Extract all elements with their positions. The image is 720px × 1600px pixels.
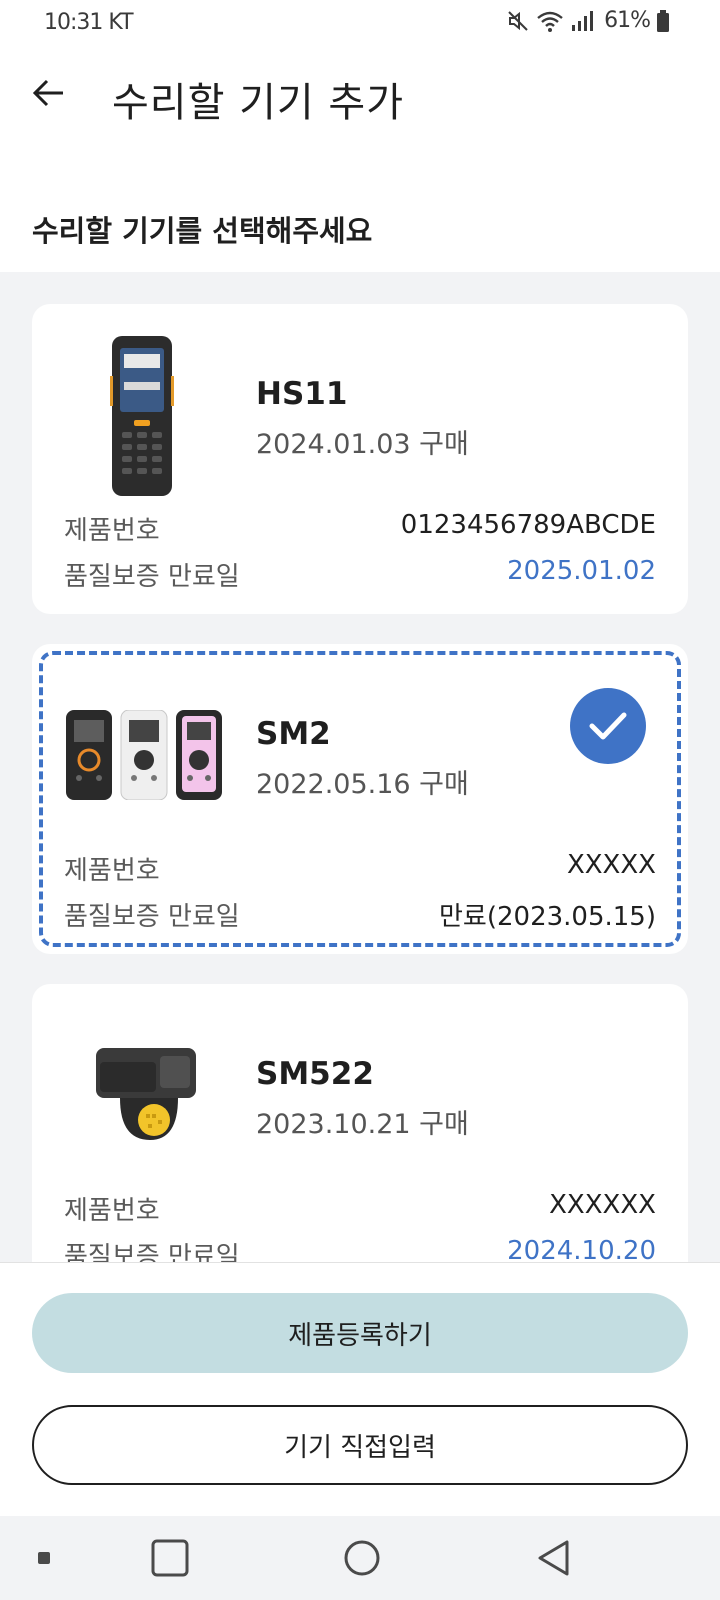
back-triangle-icon[interactable] (524, 1516, 584, 1600)
ring-scanner-image (90, 1036, 200, 1150)
serial-value: XXXXXX (549, 1190, 656, 1220)
register-product-button[interactable]: 제품등록하기 (32, 1293, 688, 1373)
signal-icon (570, 9, 596, 33)
device-name: SM2 (256, 716, 331, 752)
warranty-label: 품질보증 만료일 (64, 1242, 240, 1262)
status-icons: 61% (506, 8, 670, 33)
wifi-icon (536, 9, 564, 33)
system-nav-bar (0, 1516, 720, 1600)
warranty-value: 만료(2023.05.15) (439, 902, 656, 932)
page-title: 수리할 기기 추가 (112, 80, 405, 126)
bottom-actions: 제품등록하기 기기 직접입력 (0, 1262, 720, 1516)
status-bar: 10:31 KT 61% (0, 0, 720, 48)
selected-check-icon (570, 688, 646, 764)
device-name: HS11 (256, 376, 348, 412)
back-button[interactable] (24, 70, 74, 120)
recents-dot-icon[interactable] (24, 1516, 64, 1600)
scanner-set-image (66, 709, 222, 804)
home-square-icon[interactable] (140, 1516, 200, 1600)
serial-value: 0123456789ABCDE (400, 510, 656, 540)
battery-percent: 61% (604, 8, 651, 33)
purchase-date: 2023.10.21 구매 (256, 1109, 469, 1140)
battery-icon (656, 9, 670, 33)
home-circle-icon[interactable] (332, 1516, 392, 1600)
serial-label: 제품번호 (64, 856, 160, 886)
device-card-sm522[interactable]: SM522 2023.10.21 구매 제품번호 XXXXXX 품질보증 만료일… (32, 984, 688, 1262)
warranty-label: 품질보증 만료일 (64, 562, 240, 592)
device-card-sm2[interactable]: SM2 2022.05.16 구매 제품번호 XXXXX 품질보증 만료일 만료… (32, 644, 688, 954)
warranty-label: 품질보증 만료일 (64, 902, 240, 932)
serial-label: 제품번호 (64, 1196, 160, 1226)
serial-value: XXXXX (566, 850, 656, 880)
handheld-terminal-image (110, 336, 174, 500)
section-title: 수리할 기기를 선택해주세요 (32, 214, 373, 248)
mute-icon (506, 9, 530, 33)
back-arrow-icon (31, 75, 67, 115)
app-bar: 수리할 기기 추가 (0, 48, 720, 148)
manual-entry-button[interactable]: 기기 직접입력 (32, 1405, 688, 1485)
warranty-value: 2025.01.02 (507, 556, 656, 586)
device-name: SM522 (256, 1056, 374, 1092)
device-card-hs11[interactable]: HS11 2024.01.03 구매 제품번호 0123456789ABCDE … (32, 304, 688, 614)
purchase-date: 2024.01.03 구매 (256, 429, 469, 460)
device-list[interactable]: HS11 2024.01.03 구매 제품번호 0123456789ABCDE … (0, 272, 720, 1262)
purchase-date: 2022.05.16 구매 (256, 769, 469, 800)
warranty-value: 2024.10.20 (507, 1236, 656, 1262)
status-time: 10:31 KT (44, 10, 134, 35)
serial-label: 제품번호 (64, 516, 160, 546)
